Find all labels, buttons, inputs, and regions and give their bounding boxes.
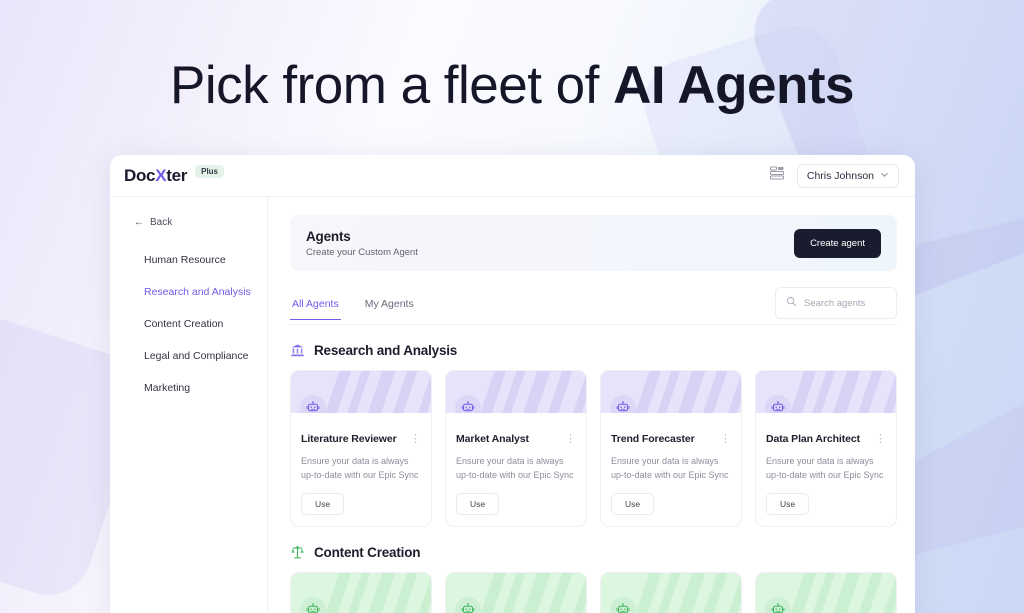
agent-card[interactable]: Market Analyst ⋮ Ensure your data is alway… bbox=[445, 370, 587, 527]
sidebar-nav: Human Resource Research and Analysis Conte… bbox=[110, 244, 267, 404]
use-agent-button[interactable]: Use bbox=[611, 493, 655, 515]
page-root: Pick from a fleet of AI Agents DocXter P… bbox=[0, 0, 1024, 613]
card-body: Market Analyst ⋮ Ensure your data is alway… bbox=[446, 413, 586, 526]
sidebar-item-label: Content Creation bbox=[144, 318, 224, 330]
scales-icon bbox=[290, 545, 305, 560]
use-agent-button[interactable]: Use bbox=[766, 493, 810, 515]
back-label: Back bbox=[150, 217, 173, 228]
card-body: Literature Reviewer ⋮ Ensure your data is … bbox=[291, 413, 431, 526]
page-title: Agents bbox=[306, 228, 351, 244]
sidebar-item-label: Research and Analysis bbox=[144, 286, 251, 298]
card-body: Trend Forecaster ⋮ Ensure your data is alw… bbox=[601, 413, 741, 526]
card-banner bbox=[601, 371, 741, 413]
agent-card[interactable]: Article Topic Creator⋮Ensure your data i… bbox=[290, 572, 432, 613]
sidebar-item-label: Legal and Compliance bbox=[144, 350, 249, 362]
stack-icon[interactable] bbox=[769, 165, 785, 186]
card-title-row: Market Analyst ⋮ bbox=[456, 433, 576, 445]
section-header-green: Content Creation bbox=[290, 545, 897, 560]
agent-card[interactable]: Trend Forecaster ⋮ Ensure your data is alw… bbox=[600, 370, 742, 527]
sidebar-item-label: Human Resource bbox=[144, 254, 226, 266]
card-menu-button[interactable]: ⋮ bbox=[405, 434, 421, 445]
back-button[interactable]: ← Back bbox=[110, 217, 267, 228]
topbar-right-group: Chris Johnson bbox=[769, 163, 899, 188]
card-title-row: Data Plan Architect ⋮ bbox=[766, 433, 886, 445]
app-logo[interactable]: DocXter bbox=[124, 166, 187, 186]
user-name: Chris Johnson bbox=[806, 169, 874, 182]
agent-card[interactable]: Article Outline Creator⋮Ensure your data… bbox=[445, 572, 587, 613]
agent-description: Ensure your data is always up-to-date wi… bbox=[301, 456, 419, 480]
page-subtitle: Create your Custom Agent bbox=[306, 246, 418, 258]
agent-name: Trend Forecaster bbox=[611, 433, 695, 445]
app-topbar: DocXter Plus Chris Johnson bbox=[110, 155, 915, 197]
card-banner bbox=[601, 573, 741, 613]
card-banner bbox=[756, 371, 896, 413]
agents-header-text: Agents Create your Custom Agent bbox=[306, 229, 418, 258]
sidebar-item-marketing[interactable]: Marketing bbox=[110, 372, 267, 404]
create-agent-button[interactable]: Create agent bbox=[794, 228, 881, 258]
app-window: DocXter Plus Chris Johnson ← Back Human … bbox=[110, 155, 915, 613]
sidebar: ← Back Human Resource Research and Analys… bbox=[110, 197, 268, 613]
hero-headline: Pick from a fleet of AI Agents bbox=[0, 55, 1024, 117]
agent-description: Ensure your data is always up-to-date wi… bbox=[456, 456, 574, 480]
agent-sections: Research and Analysis Literature Reviewer… bbox=[290, 343, 897, 613]
use-agent-button[interactable]: Use bbox=[456, 493, 500, 515]
sidebar-item-legal-and-compliance[interactable]: Legal and Compliance bbox=[110, 340, 267, 372]
tab-all-agents[interactable]: All Agents bbox=[290, 292, 341, 320]
use-agent-button[interactable]: Use bbox=[301, 493, 345, 515]
card-banner bbox=[446, 573, 586, 613]
hero-text-normal: Pick from a fleet of bbox=[170, 56, 614, 115]
search-icon bbox=[786, 294, 797, 312]
hero-text-bold: AI Agents bbox=[613, 56, 854, 115]
logo-text-x: X bbox=[155, 165, 167, 185]
logo-text-ter: ter bbox=[166, 165, 188, 185]
agent-card-row: Literature Reviewer ⋮ Ensure your data is … bbox=[290, 370, 897, 527]
sidebar-item-content-creation[interactable]: Content Creation bbox=[110, 308, 267, 340]
logo-text-doc: Doc bbox=[124, 165, 156, 185]
agent-card[interactable]: Newsletter Crafter⋮Ensure your data is a… bbox=[755, 572, 897, 613]
agents-header-panel: Agents Create your Custom Agent Create a… bbox=[290, 215, 897, 271]
agent-name: Market Analyst bbox=[456, 433, 529, 445]
card-banner bbox=[446, 371, 586, 413]
sidebar-item-research-and-analysis[interactable]: Research and Analysis bbox=[110, 276, 267, 308]
section-title: Research and Analysis bbox=[314, 343, 458, 358]
back-arrow-icon: ← bbox=[134, 217, 144, 228]
agent-card[interactable]: Blog Composer⋮Ensure your data is always… bbox=[600, 572, 742, 613]
tabs-row: All Agents My Agents bbox=[290, 287, 897, 325]
sidebar-item-human-resource[interactable]: Human Resource bbox=[110, 244, 267, 276]
main-content: Agents Create your Custom Agent Create a… bbox=[268, 197, 915, 613]
card-title-row: Literature Reviewer ⋮ bbox=[301, 433, 421, 445]
app-body: ← Back Human Resource Research and Analys… bbox=[110, 197, 915, 613]
section-title: Content Creation bbox=[314, 545, 421, 560]
chevron-down-icon bbox=[880, 170, 889, 182]
card-banner bbox=[756, 573, 896, 613]
plus-badge: Plus bbox=[195, 165, 225, 178]
card-menu-button[interactable]: ⋮ bbox=[870, 434, 886, 445]
card-menu-button[interactable]: ⋮ bbox=[560, 434, 576, 445]
card-menu-button[interactable]: ⋮ bbox=[715, 434, 731, 445]
agent-description: Ensure your data is always up-to-date wi… bbox=[611, 456, 729, 480]
card-body: Data Plan Architect ⋮ Ensure your data is … bbox=[756, 413, 896, 526]
card-title-row: Trend Forecaster ⋮ bbox=[611, 433, 731, 445]
user-menu[interactable]: Chris Johnson bbox=[796, 163, 899, 188]
agent-card-row: Article Topic Creator⋮Ensure your data i… bbox=[290, 572, 897, 613]
card-banner bbox=[291, 371, 431, 413]
search-box[interactable] bbox=[775, 287, 897, 319]
card-banner bbox=[291, 573, 431, 613]
agent-card[interactable]: Data Plan Architect ⋮ Ensure your data is … bbox=[755, 370, 897, 527]
section-header-purple: Research and Analysis bbox=[290, 343, 897, 358]
sidebar-item-label: Marketing bbox=[144, 382, 191, 394]
tab-my-agents[interactable]: My Agents bbox=[363, 292, 416, 320]
bank-icon bbox=[290, 343, 305, 358]
agent-card[interactable]: Literature Reviewer ⋮ Ensure your data is … bbox=[290, 370, 432, 527]
search-input[interactable] bbox=[804, 297, 886, 309]
agent-description: Ensure your data is always up-to-date wi… bbox=[766, 456, 884, 480]
agent-name: Data Plan Architect bbox=[766, 433, 860, 445]
agent-name: Literature Reviewer bbox=[301, 433, 397, 445]
